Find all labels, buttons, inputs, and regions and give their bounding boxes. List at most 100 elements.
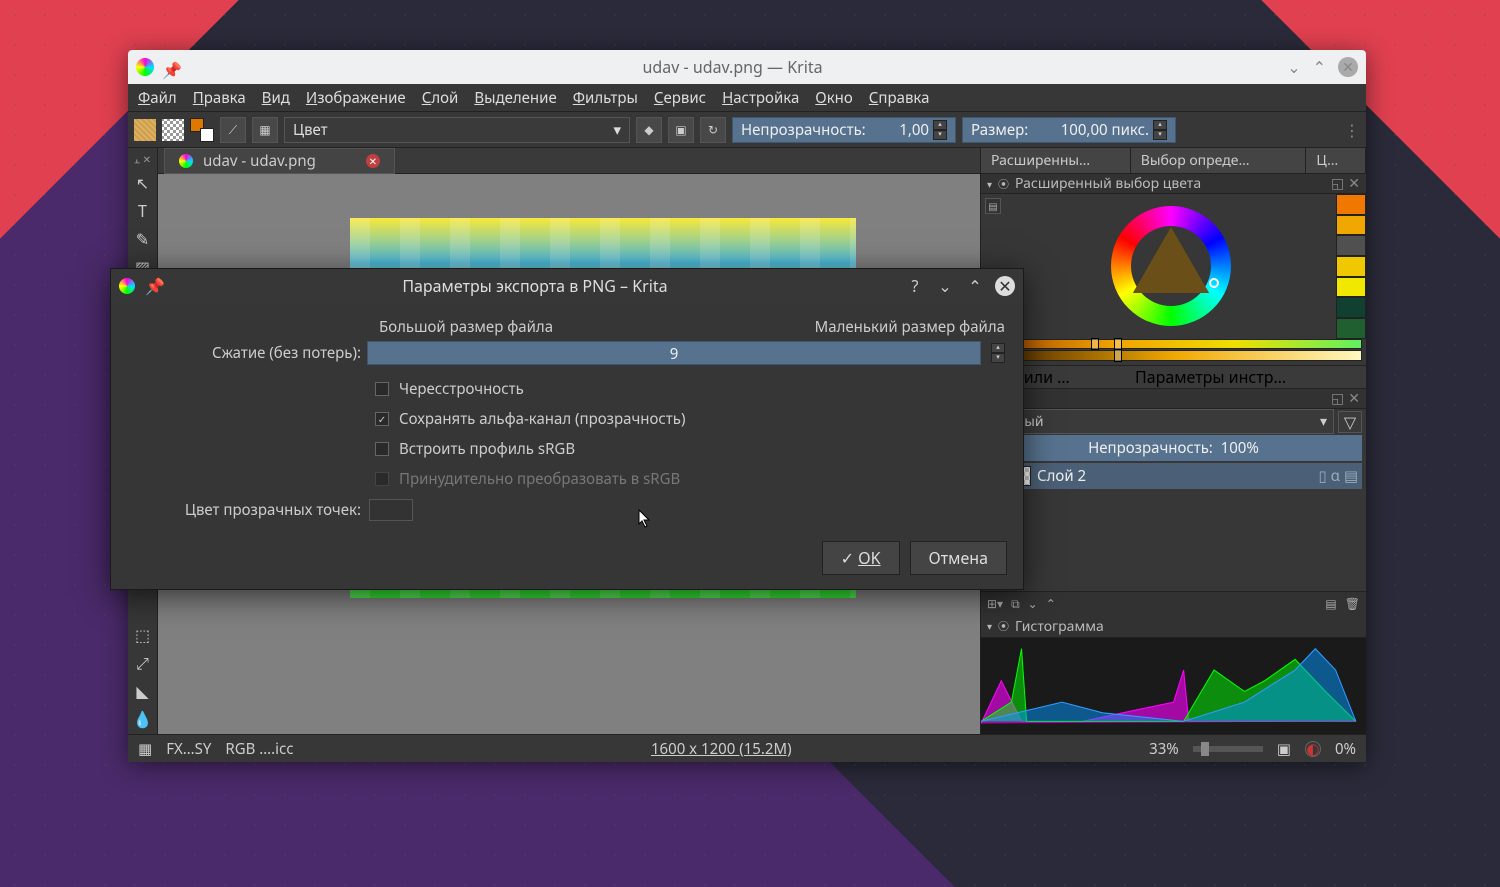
color-sliders[interactable] — [981, 339, 1366, 365]
spinner-down-icon[interactable]: ▾ — [991, 353, 1005, 363]
eraser-toggle[interactable]: ◆ — [636, 117, 662, 143]
maximize-button[interactable]: ⌃ — [1313, 56, 1326, 78]
status-zoom[interactable]: 33% — [1149, 739, 1179, 759]
menu-edit[interactable]: Правка — [193, 88, 246, 108]
spinner-up-icon[interactable]: ▴ — [1153, 120, 1167, 130]
delete-icon[interactable]: 🗑 — [1345, 595, 1360, 612]
lock-icon[interactable]: ⦿ — [998, 176, 1009, 192]
transparent-color-label: Цвет прозрачных точек: — [129, 500, 361, 520]
pattern-preset-button[interactable] — [162, 119, 184, 141]
ok-button[interactable]: ✓ OK — [822, 541, 900, 575]
brush-size-spinner[interactable]: Размер: 100,00 пикс. ▴▾ — [962, 117, 1176, 143]
zoom-slider[interactable] — [1193, 746, 1263, 752]
menu-window[interactable]: Окно — [815, 88, 853, 108]
menu-view[interactable]: Вид — [262, 88, 290, 108]
srgb-checkbox-row[interactable]: Встроить профиль sRGB — [375, 439, 1005, 459]
minimize-button[interactable]: ⌄ — [1287, 56, 1300, 78]
document-tab[interactable]: udav - udav.png ✕ — [164, 148, 395, 174]
color-wheel[interactable] — [1005, 194, 1336, 339]
dock-pin-icon[interactable]: ⫠ ✕ — [134, 152, 151, 166]
color-history[interactable] — [1336, 194, 1366, 339]
pin-icon[interactable]: 📌 — [145, 275, 165, 297]
spinner-down-icon[interactable]: ▾ — [1153, 130, 1167, 140]
checkbox-checked-icon[interactable]: ✓ — [375, 412, 389, 426]
move-down-icon[interactable]: ⌄ — [1028, 595, 1038, 612]
move-tool[interactable]: ↖ — [132, 172, 154, 194]
collapse-icon[interactable]: ▾ — [987, 177, 992, 191]
checkbox-unchecked-icon[interactable] — [375, 442, 389, 456]
menu-select[interactable]: Выделение — [474, 88, 556, 108]
toolbar-overflow-icon[interactable]: ⋮ — [1344, 119, 1360, 141]
fg-bg-colors[interactable] — [190, 118, 214, 142]
tab-close-icon[interactable]: ✕ — [366, 154, 380, 168]
minimize-button[interactable]: ⌄ — [935, 276, 955, 296]
menu-filter[interactable]: Фильтры — [573, 88, 638, 108]
gradient-preset-button[interactable] — [134, 119, 156, 141]
maximize-button[interactable]: ⌃ — [965, 276, 985, 296]
checkbox-unchecked-icon[interactable] — [375, 382, 389, 396]
menu-settings[interactable]: Настройка — [722, 88, 799, 108]
close-panel-icon[interactable]: ✕ — [1348, 174, 1360, 193]
transform-tool[interactable]: ⤢ — [132, 652, 154, 674]
brush-presets-button[interactable]: ▦ — [252, 117, 278, 143]
fill-tool[interactable]: ◣ — [132, 680, 154, 702]
right-dock: Расширенны… Выбор опреде… Ц… ▾ ⦿ Расшире… — [980, 148, 1366, 734]
move-up-icon[interactable]: ⌃ — [1046, 595, 1056, 612]
status-angle[interactable]: 0% — [1335, 739, 1356, 759]
settings-icon[interactable]: ▤ — [1325, 595, 1336, 612]
app-icon — [119, 278, 135, 294]
transparent-color-well[interactable] — [369, 499, 413, 521]
layer-name[interactable]: Слой 2 — [1037, 466, 1086, 486]
cancel-button[interactable]: Отмена — [910, 541, 1007, 575]
spinner-up-icon[interactable]: ▴ — [933, 120, 947, 130]
close-panel-icon[interactable]: ✕ — [1348, 389, 1360, 408]
shape-edit-tool[interactable]: ✎ — [132, 228, 154, 250]
color-selector[interactable]: ▤ — [981, 194, 1366, 339]
close-button[interactable]: ✕ — [1338, 57, 1358, 77]
picker-tool[interactable]: 💧 — [132, 708, 154, 730]
menu-file[interactable]: Файл — [138, 88, 177, 108]
settings-icon[interactable]: ▤ — [985, 198, 1001, 214]
dropdown-icon: ▾ — [613, 120, 621, 140]
compression-slider[interactable]: 9 — [367, 341, 981, 365]
alpha-lock-toggle[interactable]: ▣ — [668, 117, 694, 143]
help-button[interactable]: ? — [905, 276, 925, 296]
tab-tool-options[interactable]: Параметры инстр… — [1135, 366, 1366, 388]
opacity-spinner[interactable]: Непрозрачность: 1,00 ▴▾ — [732, 117, 956, 143]
menu-tools[interactable]: Сервис — [654, 88, 706, 108]
crop-tool[interactable]: ⬚ — [132, 624, 154, 646]
float-icon[interactable]: ◱ — [1331, 389, 1344, 408]
rotation-indicator[interactable]: ◐ — [1305, 741, 1321, 757]
alpha-checkbox-row[interactable]: ✓ Сохранять альфа-канал (прозрачность) — [375, 409, 1005, 429]
tab-digital-color[interactable]: Ц… — [1306, 148, 1366, 173]
text-tool[interactable]: T — [132, 200, 154, 222]
layer-row[interactable]: 👁 Слой 2 ▯ α ▤ — [985, 463, 1362, 489]
interlace-checkbox-row[interactable]: Чересстрочность — [375, 379, 1005, 399]
menu-help[interactable]: Справка — [869, 88, 930, 108]
menu-image[interactable]: Изображение — [306, 88, 406, 108]
layer-filter-button[interactable]: ▽ — [1338, 411, 1362, 433]
tab-specific-color[interactable]: Выбор опреде… — [1131, 148, 1307, 173]
spinner-down-icon[interactable]: ▾ — [933, 130, 947, 140]
spinner-up-icon[interactable]: ▴ — [991, 343, 1005, 353]
lock-icon[interactable]: ⦿ — [998, 618, 1009, 634]
menu-layer[interactable]: Слой — [422, 88, 459, 108]
status-profile[interactable]: RGB ….icc — [225, 739, 293, 759]
layer-opacity-slider[interactable]: Непрозрачность: 100% — [985, 435, 1362, 461]
grid-icon[interactable]: ▦ — [138, 739, 152, 759]
compression-label: Сжатие (без потерь): — [129, 343, 361, 363]
tab-advanced-color[interactable]: Расширенны… — [981, 148, 1131, 173]
reload-preset-button[interactable]: ↻ — [700, 117, 726, 143]
zoom-fit-icon[interactable]: ▣ — [1277, 739, 1291, 759]
brush-button[interactable]: ⟋ — [220, 117, 246, 143]
collapse-icon[interactable]: ▾ — [987, 619, 992, 633]
blend-mode-combo[interactable]: Цвет ▾ — [284, 117, 630, 143]
dialog-titlebar: 📌 Параметры экспорта в PNG – Krita ? ⌄ ⌃… — [111, 269, 1023, 303]
add-icon[interactable]: ⊞▾ — [987, 595, 1003, 612]
duplicate-icon[interactable]: ⧉ — [1011, 595, 1020, 612]
dialog-close-button[interactable]: ✕ — [995, 276, 1015, 296]
float-icon[interactable]: ◱ — [1331, 174, 1344, 193]
layer-blend-combo[interactable]: альный▾ — [985, 409, 1334, 434]
pin-icon[interactable]: 📌 — [162, 59, 178, 75]
layer-lock-icons[interactable]: ▯ α ▤ — [1318, 466, 1358, 486]
